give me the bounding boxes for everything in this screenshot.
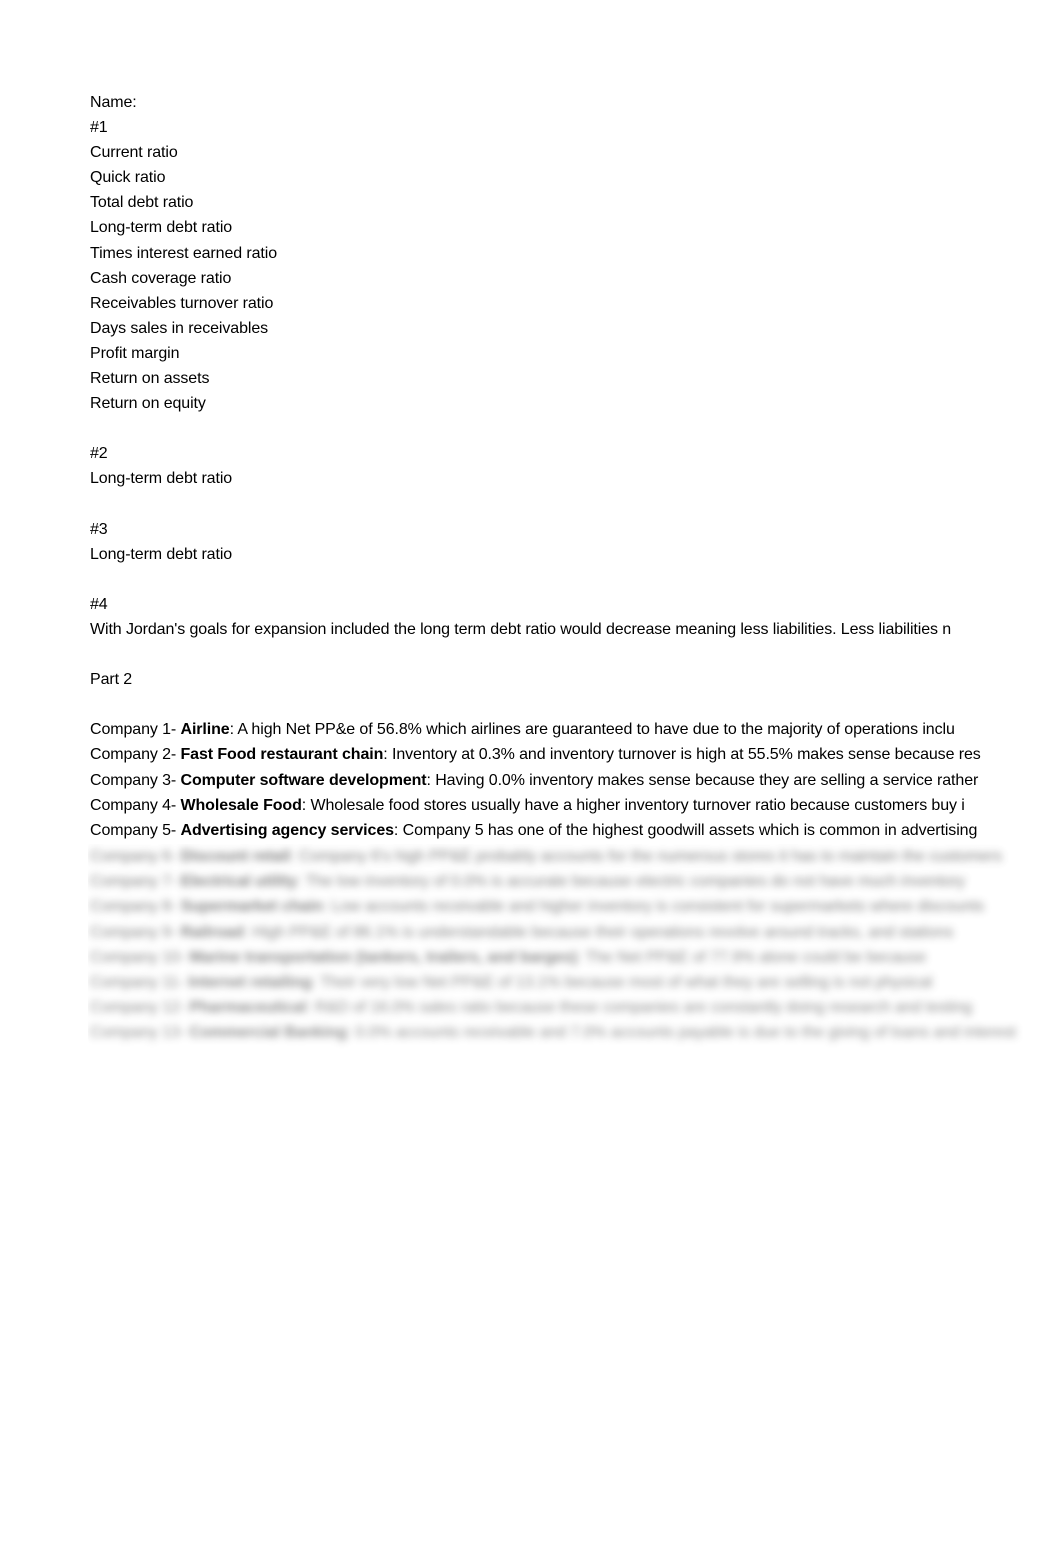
company-description: : A high Net PP&e of 56.8% which airline…: [229, 721, 955, 739]
blurred-preview-overlay: Company 6- Discount retail: Company 6's …: [88, 844, 1046, 1050]
obscured-company-list: Company 6- Discount retail: Company 6's …: [90, 844, 1046, 1046]
company-industry: Pharmaceutical: [189, 999, 307, 1017]
company-description: : Having 0.0% inventory makes sense beca…: [426, 771, 979, 789]
company-row: Company 4- Wholesale Food: Wholesale foo…: [90, 793, 1062, 818]
section-2-heading: #2: [90, 445, 108, 463]
ratio-quick: Quick ratio: [90, 169, 166, 187]
company-description: : The low inventory of 0.0% is accurate …: [296, 873, 966, 891]
company-prefix: Company 3-: [90, 771, 181, 789]
blank-row: [90, 416, 1062, 441]
ratio-long-term-debt: Long-term debt ratio: [90, 219, 233, 237]
blank-row: [90, 492, 1062, 517]
company-industry: Supermarket chain: [180, 898, 323, 916]
ratio-times-interest-earned: Times interest earned ratio: [90, 244, 278, 262]
company-industry: Electrical utility: [180, 873, 298, 891]
company-description: : Company 6's high PP&E probably account…: [290, 848, 1002, 865]
company-prefix: Company 8-: [90, 898, 181, 916]
company-prefix: Company 6-: [90, 848, 181, 865]
obscured-company-row: Company 7- Electrical utility: The low i…: [90, 869, 1046, 894]
company-industry: Marine transportation (tankers, trailers…: [189, 948, 577, 966]
company-description: : R&D of 16.0% sales ratio because these…: [306, 999, 973, 1017]
company-industry: Advertising agency services: [180, 821, 395, 839]
company-industry: Commercial Banking: [189, 1024, 347, 1042]
company-row: Company 2- Fast Food restaurant chain: I…: [90, 742, 1062, 767]
obscured-company-row: Company 9- Railroad: High PP&E of 86.1% …: [90, 920, 1046, 945]
company-prefix: Company 10-: [90, 948, 190, 966]
company-description: : Low accounts receivable and higher inv…: [322, 898, 985, 916]
company-description: : Company 5 has one of the highest goodw…: [393, 821, 978, 839]
section-1-heading: #1: [90, 119, 108, 137]
section-3-heading: #3: [90, 520, 108, 538]
section-4-text: With Jordan's goals for expansion includ…: [90, 620, 952, 638]
blank-row: [90, 567, 1062, 592]
company-industry: Computer software development: [180, 771, 427, 789]
ratio-cash-coverage: Cash coverage ratio: [90, 269, 232, 287]
obscured-company-row: Company 6- Discount retail: Company 6's …: [90, 844, 1046, 869]
company-industry: Fast Food restaurant chain: [180, 746, 384, 764]
company-industry: Airline: [180, 721, 230, 739]
company-description: : Their very low Net PP&E of 13.1% becau…: [311, 973, 933, 991]
ratio-total-debt: Total debt ratio: [90, 194, 194, 212]
ratio-receivables-turnover: Receivables turnover ratio: [90, 294, 274, 312]
obscured-company-row: Company 10- Marine transportation (tanke…: [90, 945, 1046, 970]
ratio-profit-margin: Profit margin: [90, 344, 180, 362]
company-description: : The Net PP&E of 77.9% alone could be b…: [577, 948, 927, 966]
obscured-company-row: Company 8- Supermarket chain: Low accoun…: [90, 894, 1046, 919]
part-2-heading: Part 2: [90, 671, 133, 689]
company-industry: Discount retail: [180, 848, 291, 865]
section-4-heading: #4: [90, 595, 108, 613]
ratio-days-sales-receivables: Days sales in receivables: [90, 319, 269, 337]
company-prefix: Company 9-: [90, 923, 181, 941]
company-description: : Wholesale food stores usually have a h…: [301, 796, 965, 814]
blank-row: [90, 692, 1062, 717]
company-description: : Inventory at 0.3% and inventory turnov…: [383, 746, 981, 764]
section-2-item: Long-term debt ratio: [90, 470, 233, 488]
blank-row: [90, 642, 1062, 667]
obscured-company-row: Company 13- Commercial Banking: 0.0% acc…: [90, 1020, 1046, 1045]
company-row: Company 3- Computer software development…: [90, 768, 1062, 793]
company-row: Company 1- Airline: A high Net PP&e of 5…: [90, 717, 1062, 742]
company-description: : High PP&E of 86.1% is understandable b…: [243, 923, 954, 941]
name-label: Name:: [90, 94, 137, 111]
company-prefix: Company 2-: [90, 746, 181, 764]
company-prefix: Company 12-: [90, 999, 190, 1017]
obscured-company-row: Company 11- Internet retailing: Their ve…: [90, 970, 1046, 995]
company-industry: Railroad: [180, 923, 244, 941]
ratio-return-on-equity: Return on equity: [90, 395, 206, 413]
company-prefix: Company 5-: [90, 821, 181, 839]
company-prefix: Company 4-: [90, 796, 181, 814]
company-row: Company 5- Advertising agency services: …: [90, 818, 1062, 843]
spreadsheet-content: Name: #1 Current ratio Quick ratio Total…: [90, 90, 1062, 843]
company-prefix: Company 7-: [90, 873, 181, 891]
company-industry: Internet retailing: [188, 973, 312, 991]
ratio-return-on-assets: Return on assets: [90, 370, 210, 388]
ratio-current: Current ratio: [90, 144, 178, 162]
company-description: : 0.0% accounts receivable and 7.0% acco…: [346, 1024, 1016, 1042]
company-prefix: Company 13-: [90, 1024, 190, 1042]
company-prefix: Company 1-: [90, 721, 181, 739]
section-3-item: Long-term debt ratio: [90, 545, 233, 563]
company-industry: Wholesale Food: [180, 796, 302, 814]
obscured-company-row: Company 12- Pharmaceutical: R&D of 16.0%…: [90, 995, 1046, 1020]
company-prefix: Company 11-: [90, 973, 189, 991]
